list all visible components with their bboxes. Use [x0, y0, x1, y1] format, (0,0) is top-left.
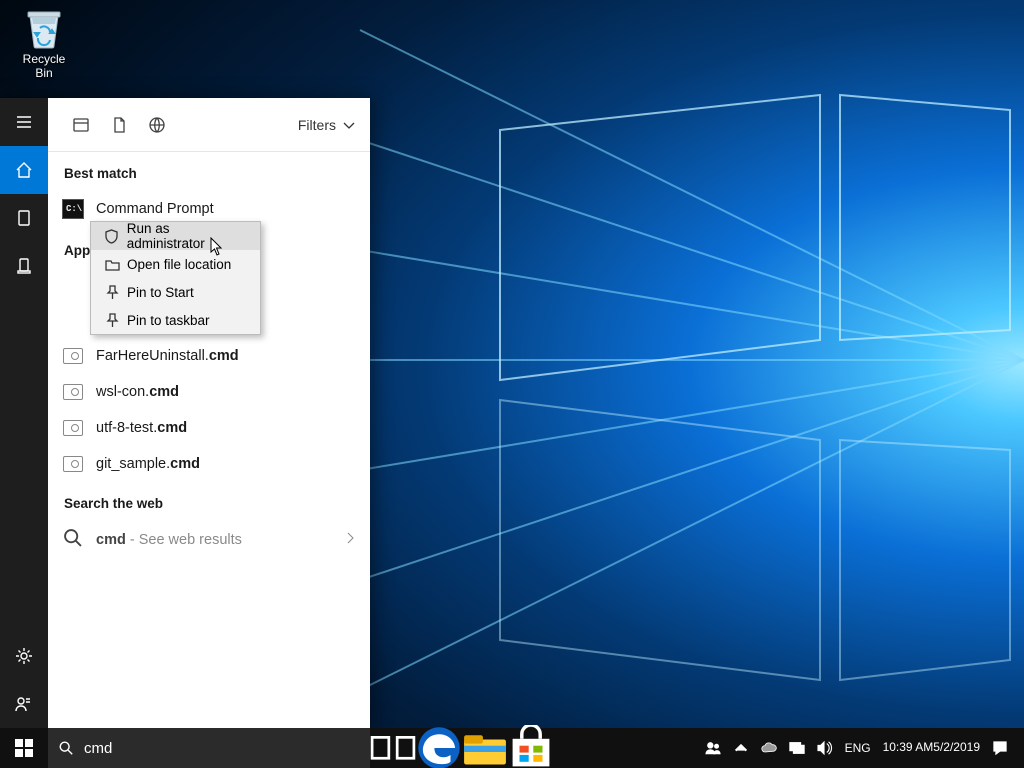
cm-pin-to-taskbar[interactable]: Pin to taskbar: [91, 306, 260, 334]
tray-overflow-icon[interactable]: [727, 728, 755, 768]
taskbar: ENG 10:39 AM 5/2/2019: [0, 728, 1024, 768]
tray-date: 5/2/2019: [933, 741, 980, 755]
search-rail: [0, 98, 48, 728]
pin-icon: [101, 285, 123, 300]
start-button[interactable]: [0, 728, 48, 768]
taskbar-app-edge[interactable]: [416, 728, 462, 768]
filters-button[interactable]: Filters: [298, 117, 356, 133]
search-icon: [58, 740, 74, 756]
task-view-button[interactable]: [370, 728, 416, 768]
cm-open-file-location[interactable]: Open file location: [91, 250, 260, 278]
scope-documents-button[interactable]: [100, 105, 138, 145]
recycle-bin[interactable]: Recycle Bin: [14, 6, 74, 80]
result-app-farhere[interactable]: FarHereUninstall.cmd: [48, 338, 370, 374]
recycle-bin-label: Recycle Bin: [23, 52, 66, 80]
result-web-cmd[interactable]: cmd - See web results: [48, 519, 370, 561]
gear-file-icon: [62, 453, 84, 475]
search-scope-row: Filters: [48, 98, 370, 152]
pin-icon: [101, 313, 123, 328]
system-tray: ENG 10:39 AM 5/2/2019: [699, 728, 1024, 768]
search-icon: [62, 527, 84, 554]
tray-volume-icon[interactable]: [811, 728, 839, 768]
rail-expand-button[interactable]: [0, 98, 48, 146]
cm-run-as-admin[interactable]: Run as administrator: [91, 222, 260, 250]
scope-apps-button[interactable]: [62, 105, 100, 145]
rail-feedback-button[interactable]: [0, 680, 48, 728]
result-app-wslcon[interactable]: wsl-con.cmd: [48, 374, 370, 410]
rail-settings-button[interactable]: [0, 632, 48, 680]
rail-documents-button[interactable]: [0, 242, 48, 290]
gear-file-icon: [62, 381, 84, 403]
folder-icon: [101, 257, 123, 272]
tray-clock[interactable]: 10:39 AM 5/2/2019: [877, 728, 986, 768]
recycle-bin-icon: [23, 6, 65, 50]
shield-icon: [101, 229, 123, 244]
result-app-utf8[interactable]: utf-8-test.cmd: [48, 410, 370, 446]
taskbar-app-store[interactable]: [508, 728, 554, 768]
tray-action-center-icon[interactable]: [986, 728, 1014, 768]
search-panel: Filters Best match C:\ Command Prompt Ap…: [0, 98, 370, 728]
tray-language[interactable]: ENG: [839, 728, 877, 768]
taskbar-app-explorer[interactable]: [462, 728, 508, 768]
tray-network-icon[interactable]: [783, 728, 811, 768]
tray-time: 10:39 AM: [883, 741, 934, 755]
taskbar-search-input[interactable]: [84, 740, 360, 757]
cm-pin-to-start[interactable]: Pin to Start: [91, 278, 260, 306]
scope-web-button[interactable]: [138, 105, 176, 145]
taskbar-search-box[interactable]: [48, 728, 370, 768]
rail-apps-button[interactable]: [0, 194, 48, 242]
result-label: Command Prompt: [96, 201, 214, 217]
gear-file-icon: [62, 345, 84, 367]
chevron-right-icon: [344, 531, 356, 549]
filters-label: Filters: [298, 117, 336, 133]
context-menu: Run as administrator Open file location …: [90, 221, 261, 335]
best-match-header: Best match: [48, 152, 370, 189]
chevron-down-icon: [342, 118, 356, 132]
rail-home-button[interactable]: [0, 146, 48, 194]
gear-file-icon: [62, 417, 84, 439]
web-header: Search the web: [48, 482, 370, 519]
cursor-icon: [210, 237, 224, 262]
tray-people-icon[interactable]: [699, 728, 727, 768]
result-app-gitsample[interactable]: git_sample.cmd: [48, 446, 370, 482]
cmd-icon: C:\: [62, 198, 84, 220]
search-results: Filters Best match C:\ Command Prompt Ap…: [48, 98, 370, 728]
tray-onedrive-icon[interactable]: [755, 728, 783, 768]
